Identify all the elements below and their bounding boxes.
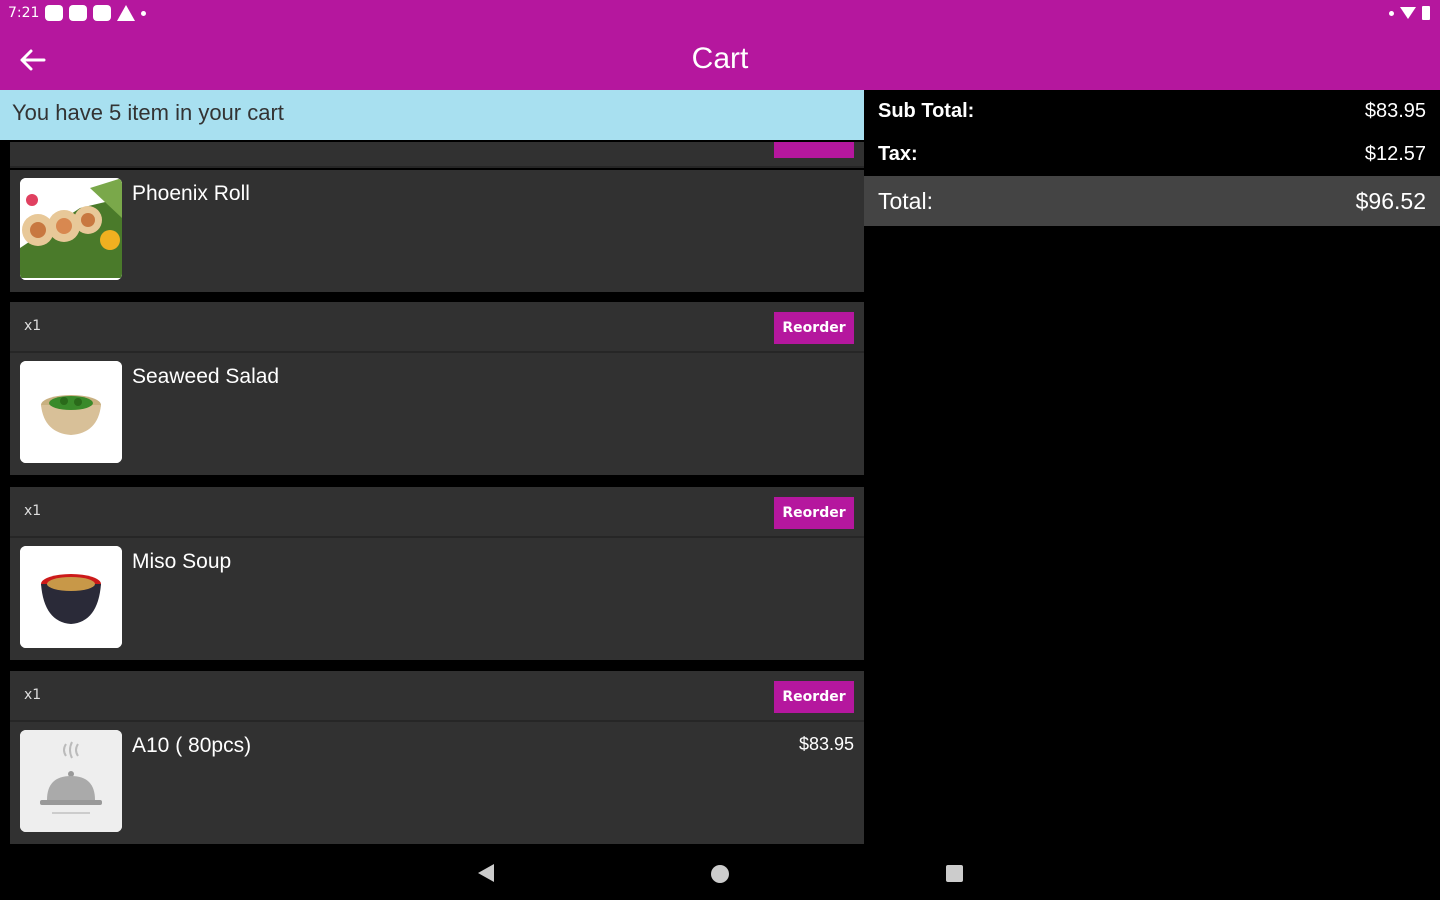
- order-summary: Sub Total: $83.95 Tax: $12.57 Total: $96…: [864, 90, 1440, 848]
- item-image: [20, 361, 122, 463]
- cart-item-header: x1 Reorder: [10, 302, 864, 353]
- cart-item: x1 Reorder Miso Soup: [10, 487, 864, 660]
- page-title: Cart: [691, 42, 749, 75]
- item-name: Miso Soup: [132, 550, 232, 573]
- status-left: 7:21: [8, 5, 147, 21]
- system-nav-bar: [0, 848, 1440, 900]
- nav-back-icon[interactable]: [478, 864, 494, 882]
- reorder-button[interactable]: Reorder: [774, 681, 854, 713]
- tax-row: Tax: $12.57: [864, 133, 1440, 176]
- total-row: Total: $96.52: [864, 176, 1440, 226]
- cart-item-body: Miso Soup: [10, 538, 864, 660]
- tax-label: Tax:: [878, 143, 918, 165]
- cart-item-body: A10 ( 80pcs) $83.95: [10, 722, 864, 844]
- notification-icon: [93, 5, 112, 21]
- wifi-icon: [1400, 7, 1416, 19]
- reorder-button[interactable]: Reorder: [774, 497, 854, 529]
- item-name: Phoenix Roll: [132, 182, 250, 205]
- cart-item-body: Phoenix Roll: [10, 170, 864, 292]
- item-quantity: x1: [24, 503, 42, 519]
- total-label: Total:: [878, 187, 933, 214]
- status-bar: 7:21: [0, 0, 1440, 28]
- notification-icon: [45, 5, 64, 21]
- nav-recents-icon[interactable]: [946, 865, 963, 882]
- cart-item-header: x1 Reorder: [10, 487, 864, 538]
- item-image: [20, 546, 122, 648]
- tax-value: $12.57: [1364, 143, 1426, 165]
- item-quantity: x1: [24, 318, 42, 334]
- item-image: [20, 178, 122, 280]
- nav-home-icon[interactable]: [711, 865, 729, 883]
- item-price: $83.95: [798, 734, 854, 754]
- cart-count-banner: You have 5 item in your cart: [0, 90, 864, 140]
- warning-icon: [117, 5, 136, 21]
- item-quantity: x1: [24, 687, 42, 703]
- cart-list[interactable]: Phoenix Roll x1 Reorder Seaweed Salad x1…: [0, 90, 864, 848]
- status-right: [1389, 6, 1430, 20]
- reorder-button[interactable]: Reorder: [774, 312, 854, 344]
- cart-item: Phoenix Roll: [10, 170, 864, 292]
- bluetooth-icon: [1389, 10, 1394, 16]
- item-name: Seaweed Salad: [132, 365, 280, 388]
- item-image: [20, 730, 122, 832]
- cart-item: x1 Reorder Seaweed Salad: [10, 302, 864, 475]
- more-notifications-icon: [141, 10, 147, 16]
- subtotal-value: $83.95: [1364, 100, 1426, 122]
- partial-card: [10, 142, 864, 168]
- status-time: 7:21: [8, 5, 40, 21]
- reorder-button-partial[interactable]: [774, 142, 854, 158]
- notification-icon: [69, 5, 88, 21]
- subtotal-row: Sub Total: $83.95: [864, 90, 1440, 133]
- food-placeholder-icon: [20, 730, 122, 832]
- cart-item-header: x1 Reorder: [10, 671, 864, 722]
- total-value: $96.52: [1355, 187, 1426, 214]
- subtotal-label: Sub Total:: [878, 100, 975, 122]
- item-name: A10 ( 80pcs): [132, 734, 252, 757]
- cart-item: x1 Reorder A10 ( 80pcs) $83.95: [10, 671, 864, 844]
- app-bar: Cart: [0, 28, 1440, 90]
- battery-icon: [1422, 6, 1430, 20]
- cart-item-body: Seaweed Salad: [10, 353, 864, 475]
